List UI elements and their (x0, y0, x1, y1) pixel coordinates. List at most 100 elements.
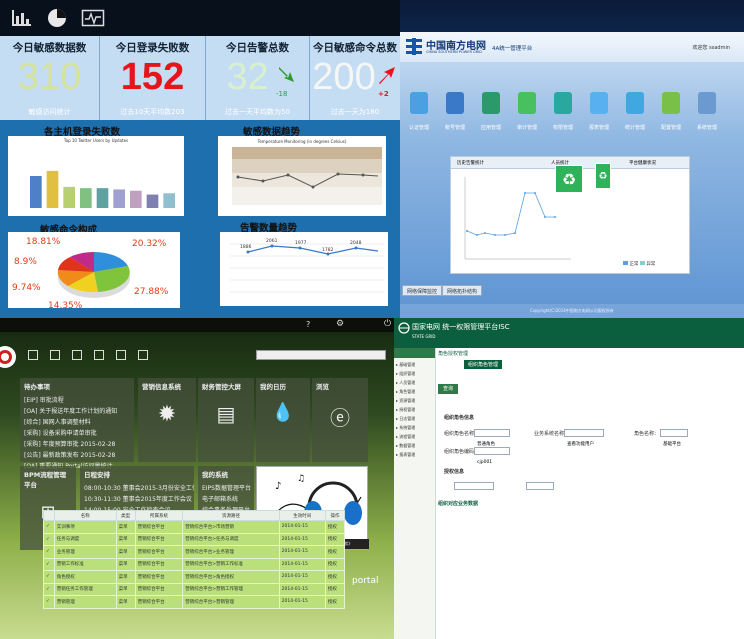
filter-name-field[interactable] (454, 482, 494, 490)
table-cell: 菜单 (115, 520, 136, 534)
app-icon-7[interactable] (662, 92, 680, 114)
list-item[interactable]: 08:00-10:30 董事会2015-3月份安全工作 (80, 482, 194, 493)
table-cell: ✓ (43, 582, 55, 596)
table-cell: 2014-01-15 (278, 520, 326, 534)
column-header[interactable]: 操作 (324, 510, 346, 521)
table-row[interactable]: ✓ 营销工作标准 菜单 营销综合平台 营销综合平台>营销工作标准 2014-01-15 授权 (43, 557, 346, 571)
list-item[interactable]: [EIP] 审批流程 (20, 394, 134, 405)
bar-chart-icon[interactable] (4, 2, 38, 34)
column-header[interactable] (43, 510, 55, 521)
list-item[interactable]: EIPS数据管理平台 (198, 482, 254, 493)
network-topology-button[interactable]: 网络拓扑结构 (442, 285, 483, 296)
role-name-field[interactable]: 普通角色 (474, 429, 510, 447)
query-button[interactable]: 查询 (438, 384, 458, 394)
kpi-title: 今日敏感命令总数 (313, 42, 397, 54)
table-row[interactable]: ✓ 营销管理 菜单 营销综合平台 营销综合平台>营销管理 2014-01-15 授权 (43, 595, 346, 609)
app-label: 系统管理 (696, 125, 717, 131)
legend-swatch (639, 261, 645, 265)
header-bar: 中国南方电网 CHINA SOUTHERN POWER GRID 4A统一管理平… (400, 32, 744, 62)
tile-calendar[interactable]: 我的日历 💧 (256, 378, 310, 462)
network-monitor-button[interactable]: 网络保障监控 (402, 285, 443, 296)
table-row[interactable]: ✓ 角色授权 菜单 营销综合平台 营销综合平台>角色授权 2014-01-15 授权 (43, 570, 346, 584)
table-row[interactable]: ✓ 实训事项 菜单 营销综合平台 营销综合平台>市场营销 2014-01-15 授权 (43, 520, 346, 534)
table-row[interactable]: ✓ 业务管理 菜单 营销综合平台 营销综合平台>业务管理 2014-01-15 授权 (43, 545, 346, 559)
app-icon-2[interactable] (482, 92, 500, 114)
app-icon-4[interactable] (554, 92, 572, 114)
app-icon-3[interactable] (518, 92, 536, 114)
quick-launch-icon[interactable] (50, 350, 60, 360)
isc-permission-platform: 国家电网 统一权限管理平台ISC STATE GRID ▸ 基础管理 ▸ 组织管理… (394, 318, 744, 639)
list-item[interactable]: [综合] 国网人事调整材料 (20, 416, 134, 427)
tab-alarm-history[interactable]: 历史告警统计 (457, 160, 484, 166)
security-dashboard: 今日敏感数据数 310 敏感访问统计 今日登录失败数 152 过去10天平均数2… (0, 0, 400, 318)
bar (46, 170, 59, 208)
breadcrumb: 角色授权管理 (438, 351, 469, 357)
list-item[interactable]: [OA] 关于报送年度工作计划的通知 (20, 405, 134, 416)
app-icon-6[interactable] (626, 92, 644, 114)
line-monitor-icon[interactable] (76, 2, 110, 34)
tile-finance[interactable]: 财务管控大屏 ▤ (198, 378, 254, 462)
tile-crm[interactable]: 营销信息系统 ✹ (138, 378, 196, 462)
field-value: 基础平台 (663, 442, 681, 447)
column-header[interactable]: 名称 (53, 510, 117, 521)
table-cell: 菜单 (115, 570, 136, 584)
document-icon: ▤ (216, 402, 236, 426)
brand-english: STATE GRID (412, 334, 436, 339)
help-icon[interactable]: ? (306, 320, 310, 329)
company-logo-icon (0, 346, 16, 368)
bar (113, 189, 125, 208)
search-input[interactable] (256, 350, 386, 360)
power-icon[interactable]: ⏻ (384, 319, 391, 329)
settings-icon[interactable]: ⚙ (336, 319, 344, 329)
app-label: 帐号管理 (444, 125, 465, 131)
list-item[interactable]: [采购] 设备采购申请单审批 (20, 427, 134, 438)
pie-chart-icon[interactable] (40, 2, 74, 34)
app-icon-8[interactable] (698, 92, 716, 114)
table-cell: 授权 (324, 545, 346, 559)
biz-system-field[interactable]: 查看功能用户 (564, 429, 604, 447)
quick-launch-icon[interactable] (94, 350, 104, 360)
app-icon-5[interactable] (590, 92, 608, 114)
tab-platform-health[interactable]: 平台健康状况 (629, 160, 656, 166)
bar (30, 176, 42, 208)
recycle-tile-2[interactable]: ♻ (595, 163, 611, 189)
tile-title: 我的系统 (202, 471, 228, 479)
tile-browse[interactable]: 浏览 ⓔ (312, 378, 368, 462)
column-header[interactable]: 资源路径 (182, 510, 280, 521)
login-failures-bar-chart: Top 10 Twitter Users by Updates (8, 136, 184, 216)
list-item[interactable]: 电子邮箱系统 (198, 493, 254, 504)
quick-launch-icon[interactable] (138, 350, 148, 360)
svg-text:8.9%: 8.9% (14, 257, 37, 267)
role-field[interactable]: 基础平台 (660, 429, 688, 447)
svg-text:2061: 2061 (266, 238, 278, 244)
app-icon-0[interactable] (410, 92, 428, 114)
portal-watermark: portal (352, 576, 379, 586)
table-row[interactable]: ✓ 营销任务工作管理 菜单 营销综合平台 营销综合平台>营销工作管理 2014-01-15… (43, 582, 346, 596)
table-cell: 菜单 (115, 557, 136, 571)
table-cell: 营销管理 (53, 595, 117, 609)
role-code-field[interactable]: cjp001 (474, 447, 510, 465)
table-cell: 营销综合平台 (134, 595, 184, 609)
recycle-tile[interactable]: ♻ (555, 165, 583, 193)
kpi-subtitle: 过去10天平均数203 (120, 108, 185, 116)
column-header[interactable]: 所属系统 (134, 510, 184, 521)
tile-title: 营销信息系统 (142, 383, 181, 391)
table-row[interactable]: ✓ 任务与调度 菜单 营销综合平台 营销综合平台>任务与调度 2014-01-15 授权 (43, 532, 346, 546)
tree-items[interactable]: ▸ 基础管理 ▸ 组织管理 ▸ 人员管理 ▸ 角色管理 ▸ 资源管理 ▸ 授权管理 ▸ 日志… (394, 358, 435, 461)
quick-launch-icon[interactable] (116, 350, 126, 360)
column-header[interactable]: 生效时间 (278, 510, 326, 521)
column-header[interactable]: 类型 (115, 510, 136, 521)
list-item[interactable]: 10:30-11:30 董事会2015年度工作会议 (80, 493, 194, 504)
app-icon-1[interactable] (446, 92, 464, 114)
list-item[interactable]: [公告] 最新政策发布 2015-02-28 (20, 449, 134, 460)
table-cell: 业务管理 (53, 545, 117, 559)
quick-launch-icon[interactable] (72, 350, 82, 360)
tab-org-role[interactable]: 组织角色管理 (464, 360, 503, 369)
kpi-sensitive-data: 今日敏感数据数 310 敏感访问统计 (0, 36, 100, 120)
table-cell: 营销综合平台>营销工作管理 (182, 582, 280, 596)
tile-todo[interactable]: 待办事项 [EIP] 审批流程 [OA] 关于报送年度工作计划的通知 [综合] 国网… (20, 378, 134, 470)
quick-launch-icon[interactable] (28, 350, 38, 360)
state-grid-logo-icon (398, 322, 410, 334)
list-item[interactable]: [采购] 年度预算审批 2015-02-28 (20, 438, 134, 449)
filter-type-select[interactable] (526, 482, 554, 490)
